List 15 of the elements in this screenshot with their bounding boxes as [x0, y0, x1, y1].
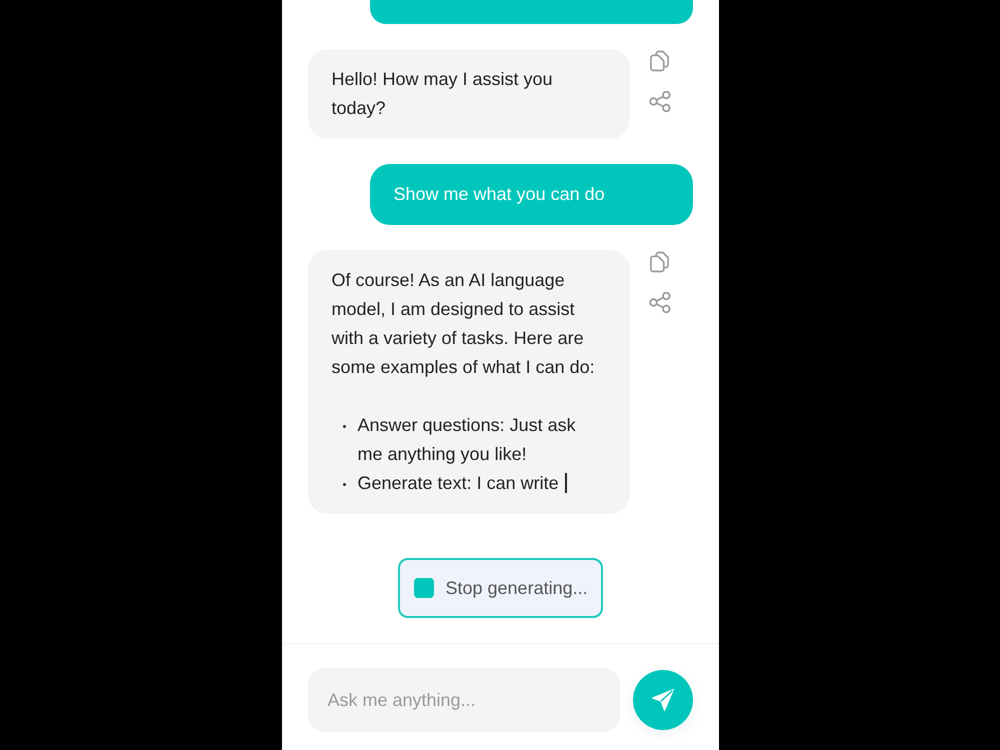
share-icon[interactable]: [648, 91, 670, 112]
input-field[interactable]: Ask me anything...: [308, 668, 620, 732]
message-text: Show me what you can do: [394, 183, 606, 206]
stop-square-icon: [414, 578, 434, 598]
stop-generating-button[interactable]: Stop generating...: [398, 558, 602, 618]
bullet-icon: [342, 483, 346, 486]
share-icon[interactable]: [648, 292, 670, 313]
copy-icon[interactable]: [650, 50, 669, 72]
message-text: Of course! As an AI language model, I am designed to assist with a variety of tasks. Here are some examples of what I can do:: [332, 269, 596, 379]
paper-plane-icon: [652, 689, 674, 711]
list-item-text: Generate text: I can write: [358, 473, 559, 493]
list-item-text: Answer questions: Just ask me anything you like!: [358, 415, 576, 464]
message-text: Hello! How may I assist you today?: [332, 68, 554, 120]
copy-icon[interactable]: [650, 251, 669, 273]
bullet-icon: [342, 425, 346, 428]
